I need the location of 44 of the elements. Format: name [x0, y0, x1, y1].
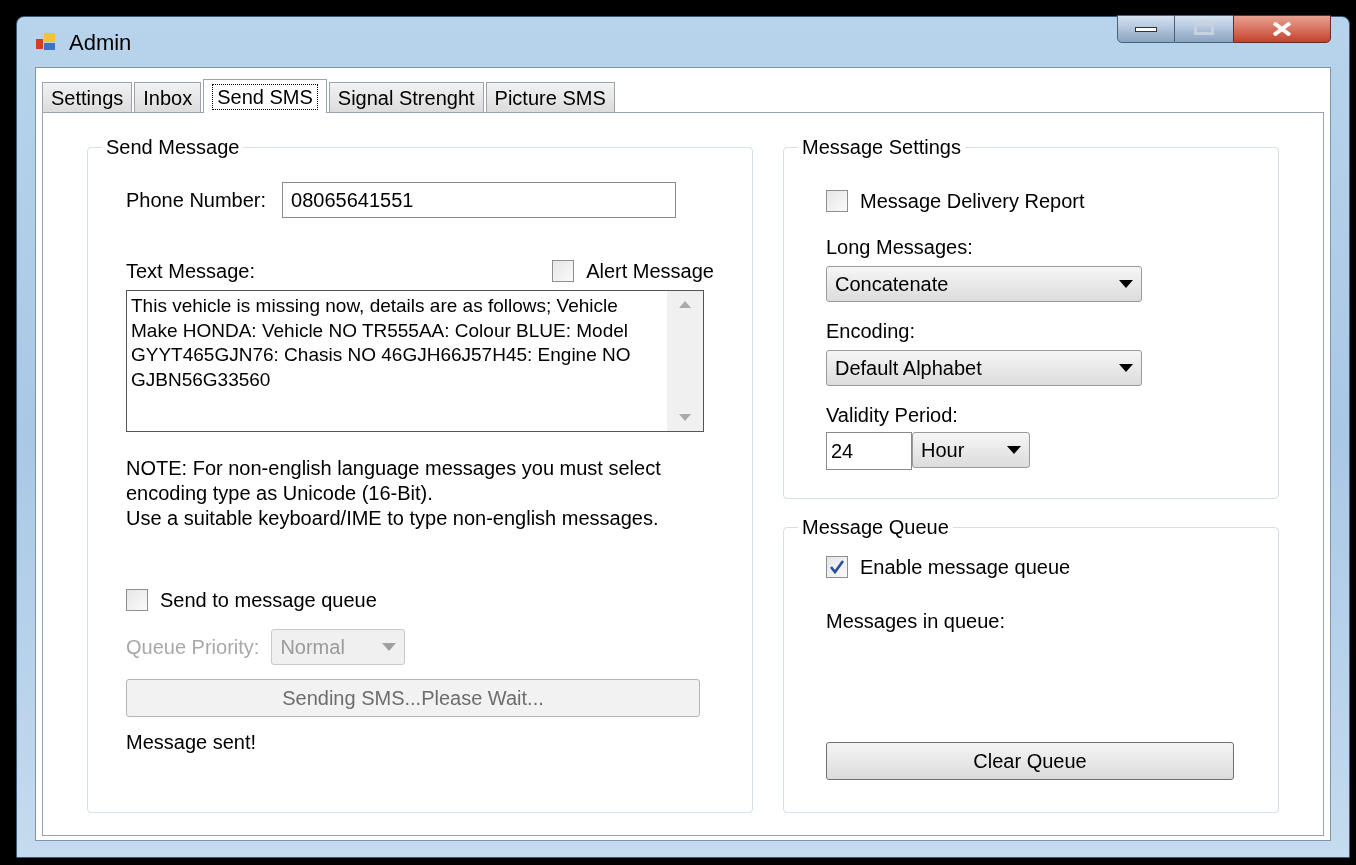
checkbox-label: Alert Message	[586, 259, 714, 284]
message-field[interactable]: This vehicle is missing now, details are as follows; Vehicle Make HONDA: Vehicle NO TR555AA: Colour BLUE: Model GYYT465GJN76: Chasis NO 46GJH66J57H45: Engine NO GJBN56G33560	[126, 290, 704, 432]
queue-label: Messages in queue:	[826, 609, 1006, 634]
caret-icon	[1007, 446, 1021, 454]
checkbox[interactable]	[552, 260, 575, 282]
app-icon	[35, 31, 57, 53]
tab[interactable]: Inbox	[134, 82, 202, 112]
window-title: Admin	[69, 28, 132, 57]
checkbox[interactable]	[826, 556, 848, 578]
scrollbar[interactable]	[667, 291, 703, 431]
close-button[interactable]	[1233, 15, 1331, 43]
validity-field[interactable]: 24	[826, 432, 912, 470]
clear-queue-button[interactable]: Clear Queue	[826, 742, 1234, 780]
tab[interactable]: Settings	[42, 82, 133, 112]
queue-priority-label: Queue Priority:	[126, 635, 260, 660]
dropdown[interactable]: Default Alphabet	[826, 350, 1142, 386]
scroll-up-icon	[679, 301, 691, 308]
tab[interactable]: Send SMS	[203, 79, 327, 113]
caret-icon	[382, 643, 397, 651]
checkmark-icon	[829, 559, 845, 575]
caret-icon	[1119, 364, 1133, 372]
tab[interactable]: Picture SMS	[485, 82, 615, 112]
checkbox-label: Message Delivery Report	[860, 189, 1085, 214]
checkbox-label: Send to message queue	[160, 588, 377, 613]
dropdown[interactable]: Concatenate	[826, 266, 1142, 302]
text-message-label: Text Message:	[126, 259, 255, 284]
scroll-down-icon	[679, 414, 691, 421]
note-text: NOTE: For non-english language messages you must select encoding type as Unicode (16-Bit).	[126, 456, 662, 506]
maximize-button[interactable]	[1175, 15, 1233, 43]
close-icon	[1270, 22, 1294, 36]
status-text: Message sent!	[126, 730, 258, 755]
field-label: Long Messages:	[826, 235, 974, 260]
checkbox-label: Enable message queue	[860, 555, 1071, 580]
minimize-button[interactable]	[1117, 15, 1175, 43]
field-label: Validity Period:	[826, 403, 959, 428]
tab[interactable]: Signal Strenght	[328, 82, 484, 112]
field-label: Encoding:	[826, 319, 916, 344]
dropdown[interactable]: Hour	[912, 432, 1030, 468]
note-text: Use a suitable keyboard/IME to type non-english messages.	[126, 506, 660, 531]
caret-icon	[1119, 280, 1133, 288]
phone-label: Phone Number:	[126, 188, 267, 213]
checkbox[interactable]	[126, 589, 148, 611]
phone-field[interactable]: 08065641551	[282, 182, 677, 218]
checkbox[interactable]	[826, 190, 848, 212]
